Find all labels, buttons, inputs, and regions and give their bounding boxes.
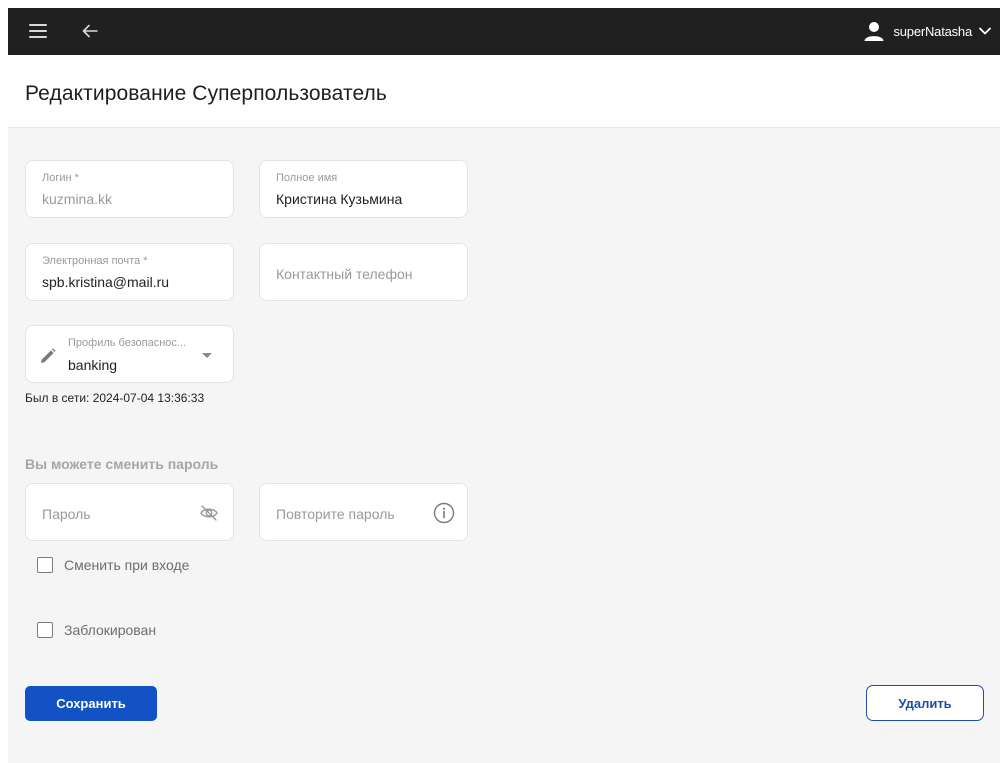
chevron-down-icon[interactable]: [978, 24, 992, 38]
password-field[interactable]: Пароль: [25, 483, 234, 541]
password-placeholder: Пароль: [42, 506, 91, 522]
password-section-title: Вы можете сменить пароль: [25, 456, 219, 472]
username: superNatasha: [893, 23, 972, 39]
phone-field[interactable]: Контактный телефон: [259, 243, 468, 301]
dropdown-caret-icon[interactable]: [202, 353, 212, 358]
login-value: kuzmina.kk: [42, 191, 113, 207]
info-icon: [433, 502, 455, 524]
full-name-field[interactable]: Полное имя Кристина Кузьмина: [259, 160, 468, 218]
security-profile-label: Профиль безопаснос...: [68, 337, 187, 349]
arrow-left-icon[interactable]: [80, 21, 100, 41]
email-label: Электронная почта *: [42, 255, 148, 267]
blocked-label: Заблокирован: [64, 622, 157, 638]
login-label: Логин *: [42, 172, 79, 184]
eye-off-icon[interactable]: [199, 503, 219, 523]
user-icon: [864, 22, 884, 41]
email-value: spb.kristina@mail.ru: [42, 274, 170, 290]
full-name-value: Кристина Кузьмина: [276, 191, 403, 207]
last-seen-text: Был в сети: 2024-07-04 13:36:33: [25, 391, 205, 405]
login-field[interactable]: Логин * kuzmina.kk: [25, 160, 234, 218]
top-bar: superNatasha: [8, 8, 1000, 55]
hamburger-menu-icon[interactable]: [29, 24, 47, 38]
email-field[interactable]: Электронная почта * spb.kristina@mail.ru: [25, 243, 234, 301]
page-title: Редактирование Суперпользователь: [25, 82, 387, 105]
security-profile-value: banking: [68, 357, 118, 373]
repeat-password-field[interactable]: Повторите пароль: [259, 483, 468, 541]
blocked-checkbox[interactable]: Заблокирован: [37, 622, 156, 638]
change-on-login-label: Сменить при входе: [64, 557, 190, 573]
repeat-password-placeholder: Повторите пароль: [276, 506, 395, 522]
security-profile-select[interactable]: Профиль безопаснос... banking: [25, 325, 234, 383]
checkbox-box[interactable]: [37, 557, 53, 573]
pencil-icon: [41, 348, 56, 363]
phone-placeholder: Контактный телефон: [276, 266, 413, 282]
save-button[interactable]: Сохранить: [25, 686, 157, 721]
form-container: Логин * kuzmina.kk Полное имя Кристина К…: [8, 128, 1000, 763]
full-name-label: Полное имя: [276, 172, 338, 184]
change-on-login-checkbox[interactable]: Сменить при входе: [37, 557, 189, 573]
delete-button[interactable]: Удалить: [866, 685, 984, 721]
user-menu[interactable]: superNatasha: [863, 18, 992, 44]
checkbox-box[interactable]: [37, 622, 53, 638]
